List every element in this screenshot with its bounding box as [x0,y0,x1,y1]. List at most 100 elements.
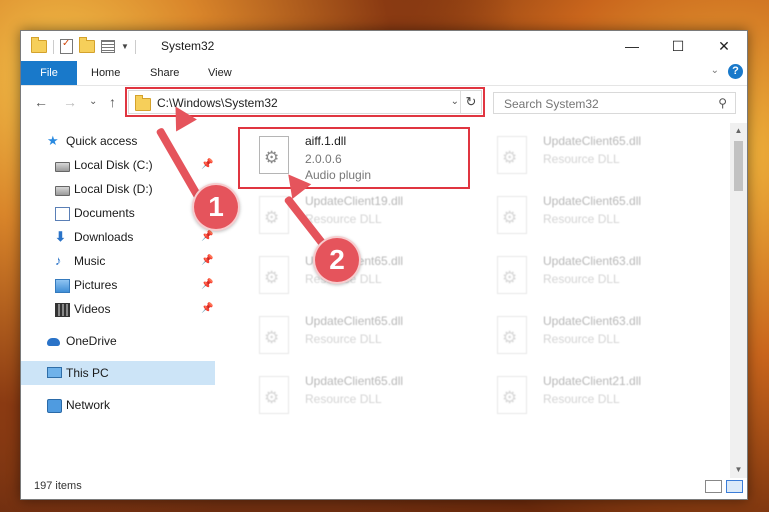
explorer-window: ▼ System32 — ☐ ✕ File Home Share View ⌄ … [20,30,748,500]
file-name: UpdateClient63.dll [543,314,642,328]
sidebar-item-this-pc[interactable]: This PC [21,361,215,385]
dll-file-icon [497,376,527,414]
large-icons-view-icon[interactable] [726,480,743,493]
onedrive-icon [47,338,60,346]
toolbar-divider [134,39,136,54]
file-name: UpdateClient65.dll [305,374,404,388]
folder-icon [31,37,47,53]
file-name: UpdateClient65.dll [305,314,404,328]
search-box[interactable]: ⚲ [493,92,736,114]
sidebar-item-label: Local Disk (D:) [74,182,153,196]
view-icon[interactable] [101,40,115,53]
dll-file-icon [497,256,527,294]
sidebar-item-downloads[interactable]: ⬇ Downloads 📌 [21,225,215,249]
up-button[interactable]: ↑ [109,94,116,110]
toolbar-divider [53,39,54,54]
maximize-button[interactable]: ☐ [655,31,701,61]
file-description: Resource DLL [305,332,382,346]
item-count: 197 items [34,480,82,492]
back-button[interactable]: ← [34,94,48,110]
file-item[interactable]: UpdateClient21.dll Resource DLL [479,370,705,426]
file-item[interactable]: UpdateClient65.dll Resource DLL [479,130,705,186]
sidebar-item-label: Network [66,398,111,412]
file-item[interactable]: UpdateClient65.dll Resource DLL [241,370,467,426]
refresh-button[interactable]: ↻ [460,91,481,113]
pin-icon[interactable]: 📌 [201,249,213,273]
pc-icon [47,367,62,378]
sidebar-item-label: Documents [74,206,135,220]
tab-share[interactable]: Share [150,61,179,85]
close-button[interactable]: ✕ [701,31,747,61]
drive-icon [55,186,70,196]
step-badge-2: 2 [313,236,361,284]
dll-file-icon [259,316,289,354]
pin-icon[interactable]: 📌 [201,273,213,297]
file-name: UpdateClient65.dll [543,194,642,208]
search-icon[interactable]: ⚲ [718,96,727,110]
file-description: Audio plugin [305,168,372,182]
file-name: aiff.1.dll [305,134,347,148]
music-icon: ♪ [55,253,62,268]
expand-ribbon-icon[interactable]: ⌄ [711,65,719,76]
dll-file-icon [259,256,289,294]
customize-toolbar-icon[interactable]: ▼ [121,42,129,51]
drive-icon [55,162,70,172]
step-badge-1: 1 [192,183,240,231]
tab-home[interactable]: Home [91,61,120,85]
sidebar-item-music[interactable]: ♪ Music 📌 [21,249,215,273]
sidebar-item-network[interactable]: Network [21,393,215,417]
folder-icon [135,95,151,111]
file-item[interactable]: UpdateClient63.dll Resource DLL [479,250,705,306]
file-version: 2.0.0.6 [305,152,342,166]
star-icon: ★ [47,133,59,148]
quick-access-toolbar: ▼ [31,37,136,54]
videos-icon [55,303,70,317]
sidebar-item-label: OneDrive [66,334,117,348]
dll-file-icon [497,196,527,234]
file-description: Resource DLL [543,392,620,406]
file-description: Resource DLL [305,212,382,226]
sidebar-item-onedrive[interactable]: OneDrive [21,329,215,353]
tab-view[interactable]: View [208,61,232,85]
help-icon[interactable]: ? [728,64,743,79]
properties-icon[interactable] [60,38,73,54]
ribbon: File Home Share View ⌄ ? [21,61,747,86]
sidebar-item-label: Local Disk (C:) [74,158,153,172]
file-item-aiff-dll[interactable]: aiff.1.dll 2.0.0.6 Audio plugin [238,127,470,189]
scroll-thumb[interactable] [734,141,743,191]
new-folder-icon[interactable] [79,37,95,53]
file-item[interactable]: UpdateClient65.dll Resource DLL [479,190,705,246]
documents-icon [55,207,70,221]
vertical-scrollbar[interactable]: ▲ ▼ [730,123,747,478]
dll-file-icon [497,136,527,174]
address-dropdown-icon[interactable]: ⌄ [451,96,459,107]
file-item[interactable]: UpdateClient65.dll Resource DLL [241,310,467,366]
file-description: Resource DLL [543,152,620,166]
sidebar-item-pictures[interactable]: Pictures 📌 [21,273,215,297]
recent-locations-button[interactable]: ⌄ [89,96,97,107]
file-item[interactable]: UpdateClient19.dll Resource DLL [241,190,467,246]
scroll-up-icon[interactable]: ▲ [730,123,747,139]
dll-file-icon [259,376,289,414]
pin-icon[interactable]: 📌 [201,153,213,177]
sidebar-item-label: Downloads [74,230,134,244]
pin-icon[interactable]: 📌 [201,297,213,321]
sidebar-item-documents[interactable]: Documents [21,201,215,225]
sidebar-item-label: Pictures [74,278,118,292]
download-icon: ⬇ [55,229,66,244]
file-item[interactable]: UpdateClient63.dll Resource DLL [479,310,705,366]
file-description: Resource DLL [543,212,620,226]
details-view-icon[interactable] [705,480,722,493]
tab-file[interactable]: File [21,61,77,85]
dll-file-icon [497,316,527,354]
forward-button[interactable]: → [63,94,77,110]
file-description: Resource DLL [543,272,620,286]
sidebar-item-videos[interactable]: Videos 📌 [21,297,215,321]
sidebar-item-quick-access[interactable]: ★ Quick access [21,129,215,153]
sidebar-item-label: Music [74,254,106,268]
file-name: UpdateClient21.dll [543,374,642,388]
file-name: UpdateClient19.dll [305,194,404,208]
search-input[interactable] [502,96,706,112]
pictures-icon [55,279,70,293]
minimize-button[interactable]: — [609,31,655,61]
